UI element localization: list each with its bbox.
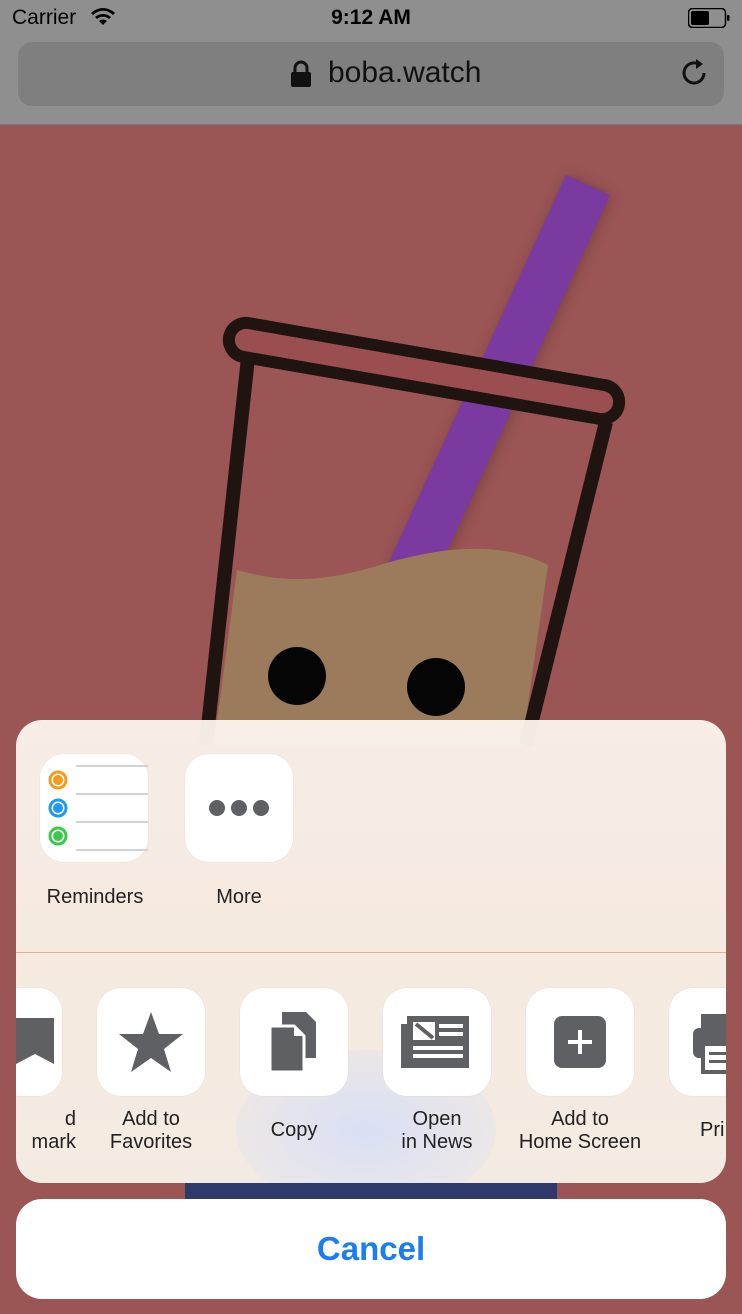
share-sheet: Reminders More d mark Add to Favorites C… <box>16 720 726 1183</box>
news-icon <box>383 988 491 1096</box>
share-actions-row: d mark Add to Favorites Copy Open in New… <box>16 953 726 1183</box>
star-icon <box>97 988 205 1096</box>
clock: 9:12 AM <box>331 6 411 29</box>
status-bar: Carrier 9:12 AM <box>0 0 742 36</box>
more-icon <box>185 754 293 862</box>
action-label: d mark <box>31 1108 76 1153</box>
action-label: Pri <box>700 1119 725 1141</box>
battery-icon <box>688 8 730 28</box>
address-bar[interactable]: boba.watch <box>18 42 724 106</box>
page-footer-strip <box>185 1183 557 1199</box>
print-icon <box>669 988 726 1096</box>
lock-icon <box>291 60 311 87</box>
reload-icon[interactable] <box>680 58 710 88</box>
action-label: Open in News <box>401 1108 473 1153</box>
share-app-label: More <box>216 886 262 908</box>
action-label: Copy <box>270 1119 318 1141</box>
plus-square-icon <box>526 988 634 1096</box>
cancel-button[interactable]: Cancel <box>16 1199 726 1299</box>
browser-toolbar: boba.watch <box>0 36 742 125</box>
reminders-icon <box>40 754 148 862</box>
share-apps-row: Reminders More <box>16 720 726 952</box>
action-label: Add to Favorites <box>109 1108 193 1153</box>
copy-icon <box>240 988 348 1096</box>
share-app-label: Reminders <box>46 886 144 908</box>
action-label: Add to Home Screen <box>518 1108 642 1153</box>
url-text: boba.watch <box>328 56 482 89</box>
bookmark-icon <box>16 988 62 1096</box>
